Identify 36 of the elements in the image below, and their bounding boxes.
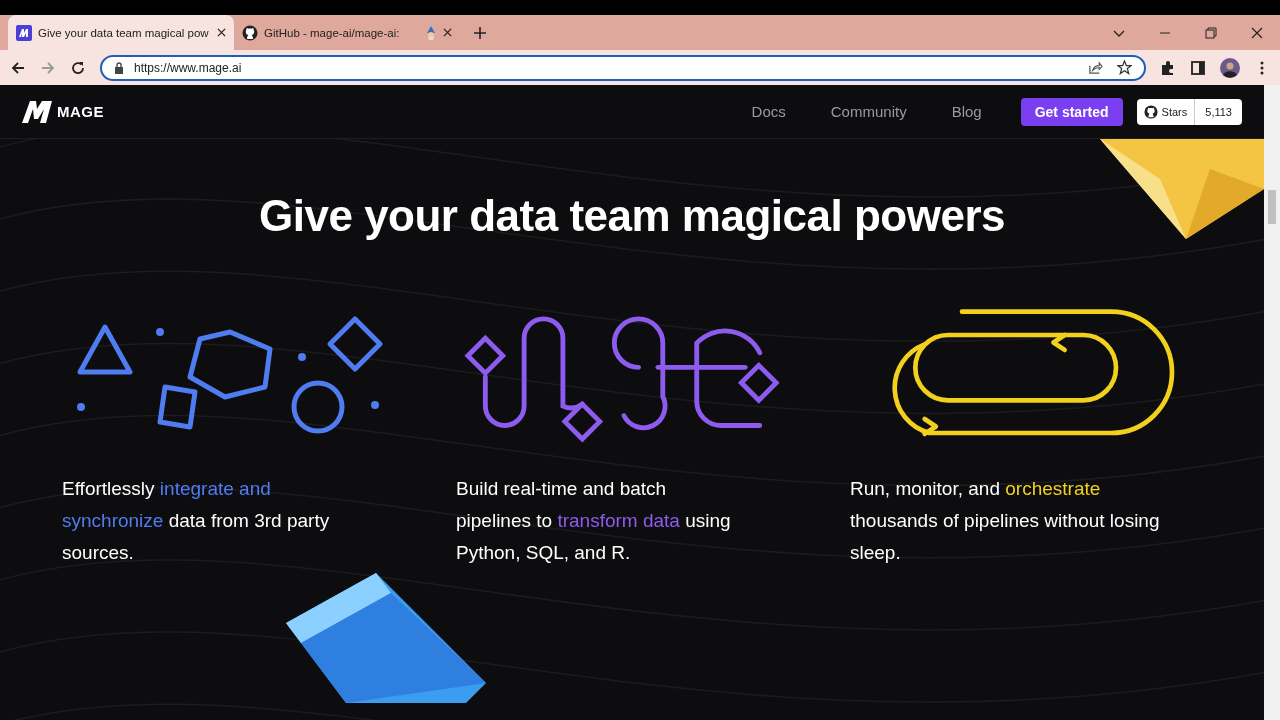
side-panel-icon[interactable] [1190,59,1206,76]
share-icon[interactable] [1088,60,1103,75]
puzzle-icon[interactable] [1160,59,1176,76]
address-bar[interactable]: https://www.mage.ai [100,54,1146,81]
close-icon[interactable] [1251,26,1263,39]
profile-avatar[interactable] [1220,57,1240,78]
logo-icon[interactable] [22,100,52,123]
site-icon [16,24,32,41]
new-tab-icon[interactable] [474,26,486,39]
get-started-button[interactable]: Get started [1020,97,1123,126]
close-tab-icon[interactable] [217,28,226,37]
feature-description: Effortlessly integrate and synchronize data from 3rd party sources. [62,477,331,565]
wizard-emoji-icon [425,25,437,40]
github-stars-button[interactable]: Stars 5,113 [1136,98,1242,125]
nav-link[interactable]: Blog [951,103,982,120]
stars-count: 5,113 [1194,98,1242,125]
scrollbar-thumb[interactable] [1268,190,1276,224]
stars-label: Stars [1161,105,1188,118]
star-icon[interactable] [1117,60,1132,75]
back-icon[interactable] [10,59,26,76]
tab-title: GitHub - mage-ai/mage-ai: [264,26,401,39]
logo-text[interactable]: MAGE [57,103,104,120]
restore-icon[interactable] [1205,26,1217,39]
hero-title: Give your data team magical powers [258,191,1006,241]
nav-link[interactable]: Community [830,103,907,120]
browser-tab[interactable]: GitHub - mage-ai/mage-ai: [234,15,460,50]
nav-link[interactable]: Docs [751,103,786,120]
github-icon [1143,104,1158,119]
lock-icon [114,61,124,74]
tab-title: Give your data team magical pow [38,26,210,39]
reload-icon[interactable] [70,59,86,76]
close-tab-icon[interactable] [443,28,452,37]
feature-description: Run, monitor, and orchestrate thousands of pipelines without losing sleep. [850,477,1161,565]
feature-description: Build real-time and batch pipelines to transform data using Python, SQL, and R. [456,477,732,565]
github-icon [242,24,258,41]
browser-tab[interactable]: Give your data team magical pow [8,15,234,50]
